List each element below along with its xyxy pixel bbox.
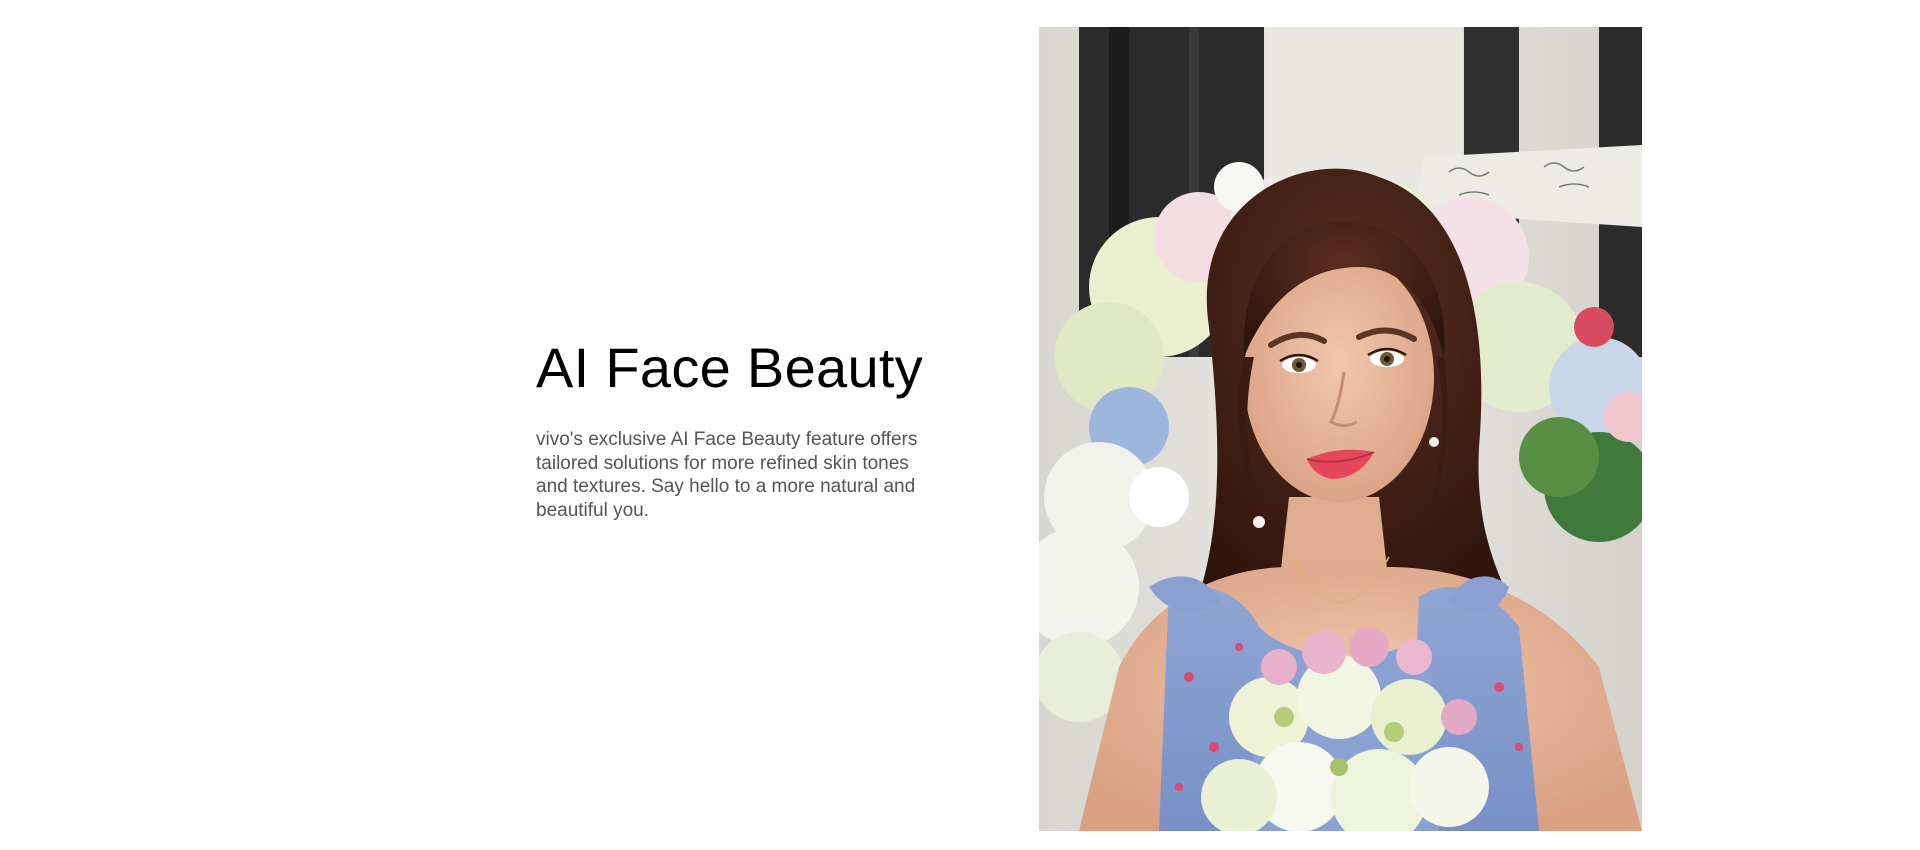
portrait-illustration [1039, 27, 1642, 831]
portrait-photo [1039, 27, 1642, 831]
ai-face-beauty-section: AI Face Beauty vivo's exclusive AI Face … [0, 0, 1920, 850]
feature-title: AI Face Beauty [536, 336, 924, 399]
feature-text-block: AI Face Beauty vivo's exclusive AI Face … [536, 336, 946, 522]
feature-description: vivo's exclusive AI Face Beauty feature … [536, 429, 918, 521]
